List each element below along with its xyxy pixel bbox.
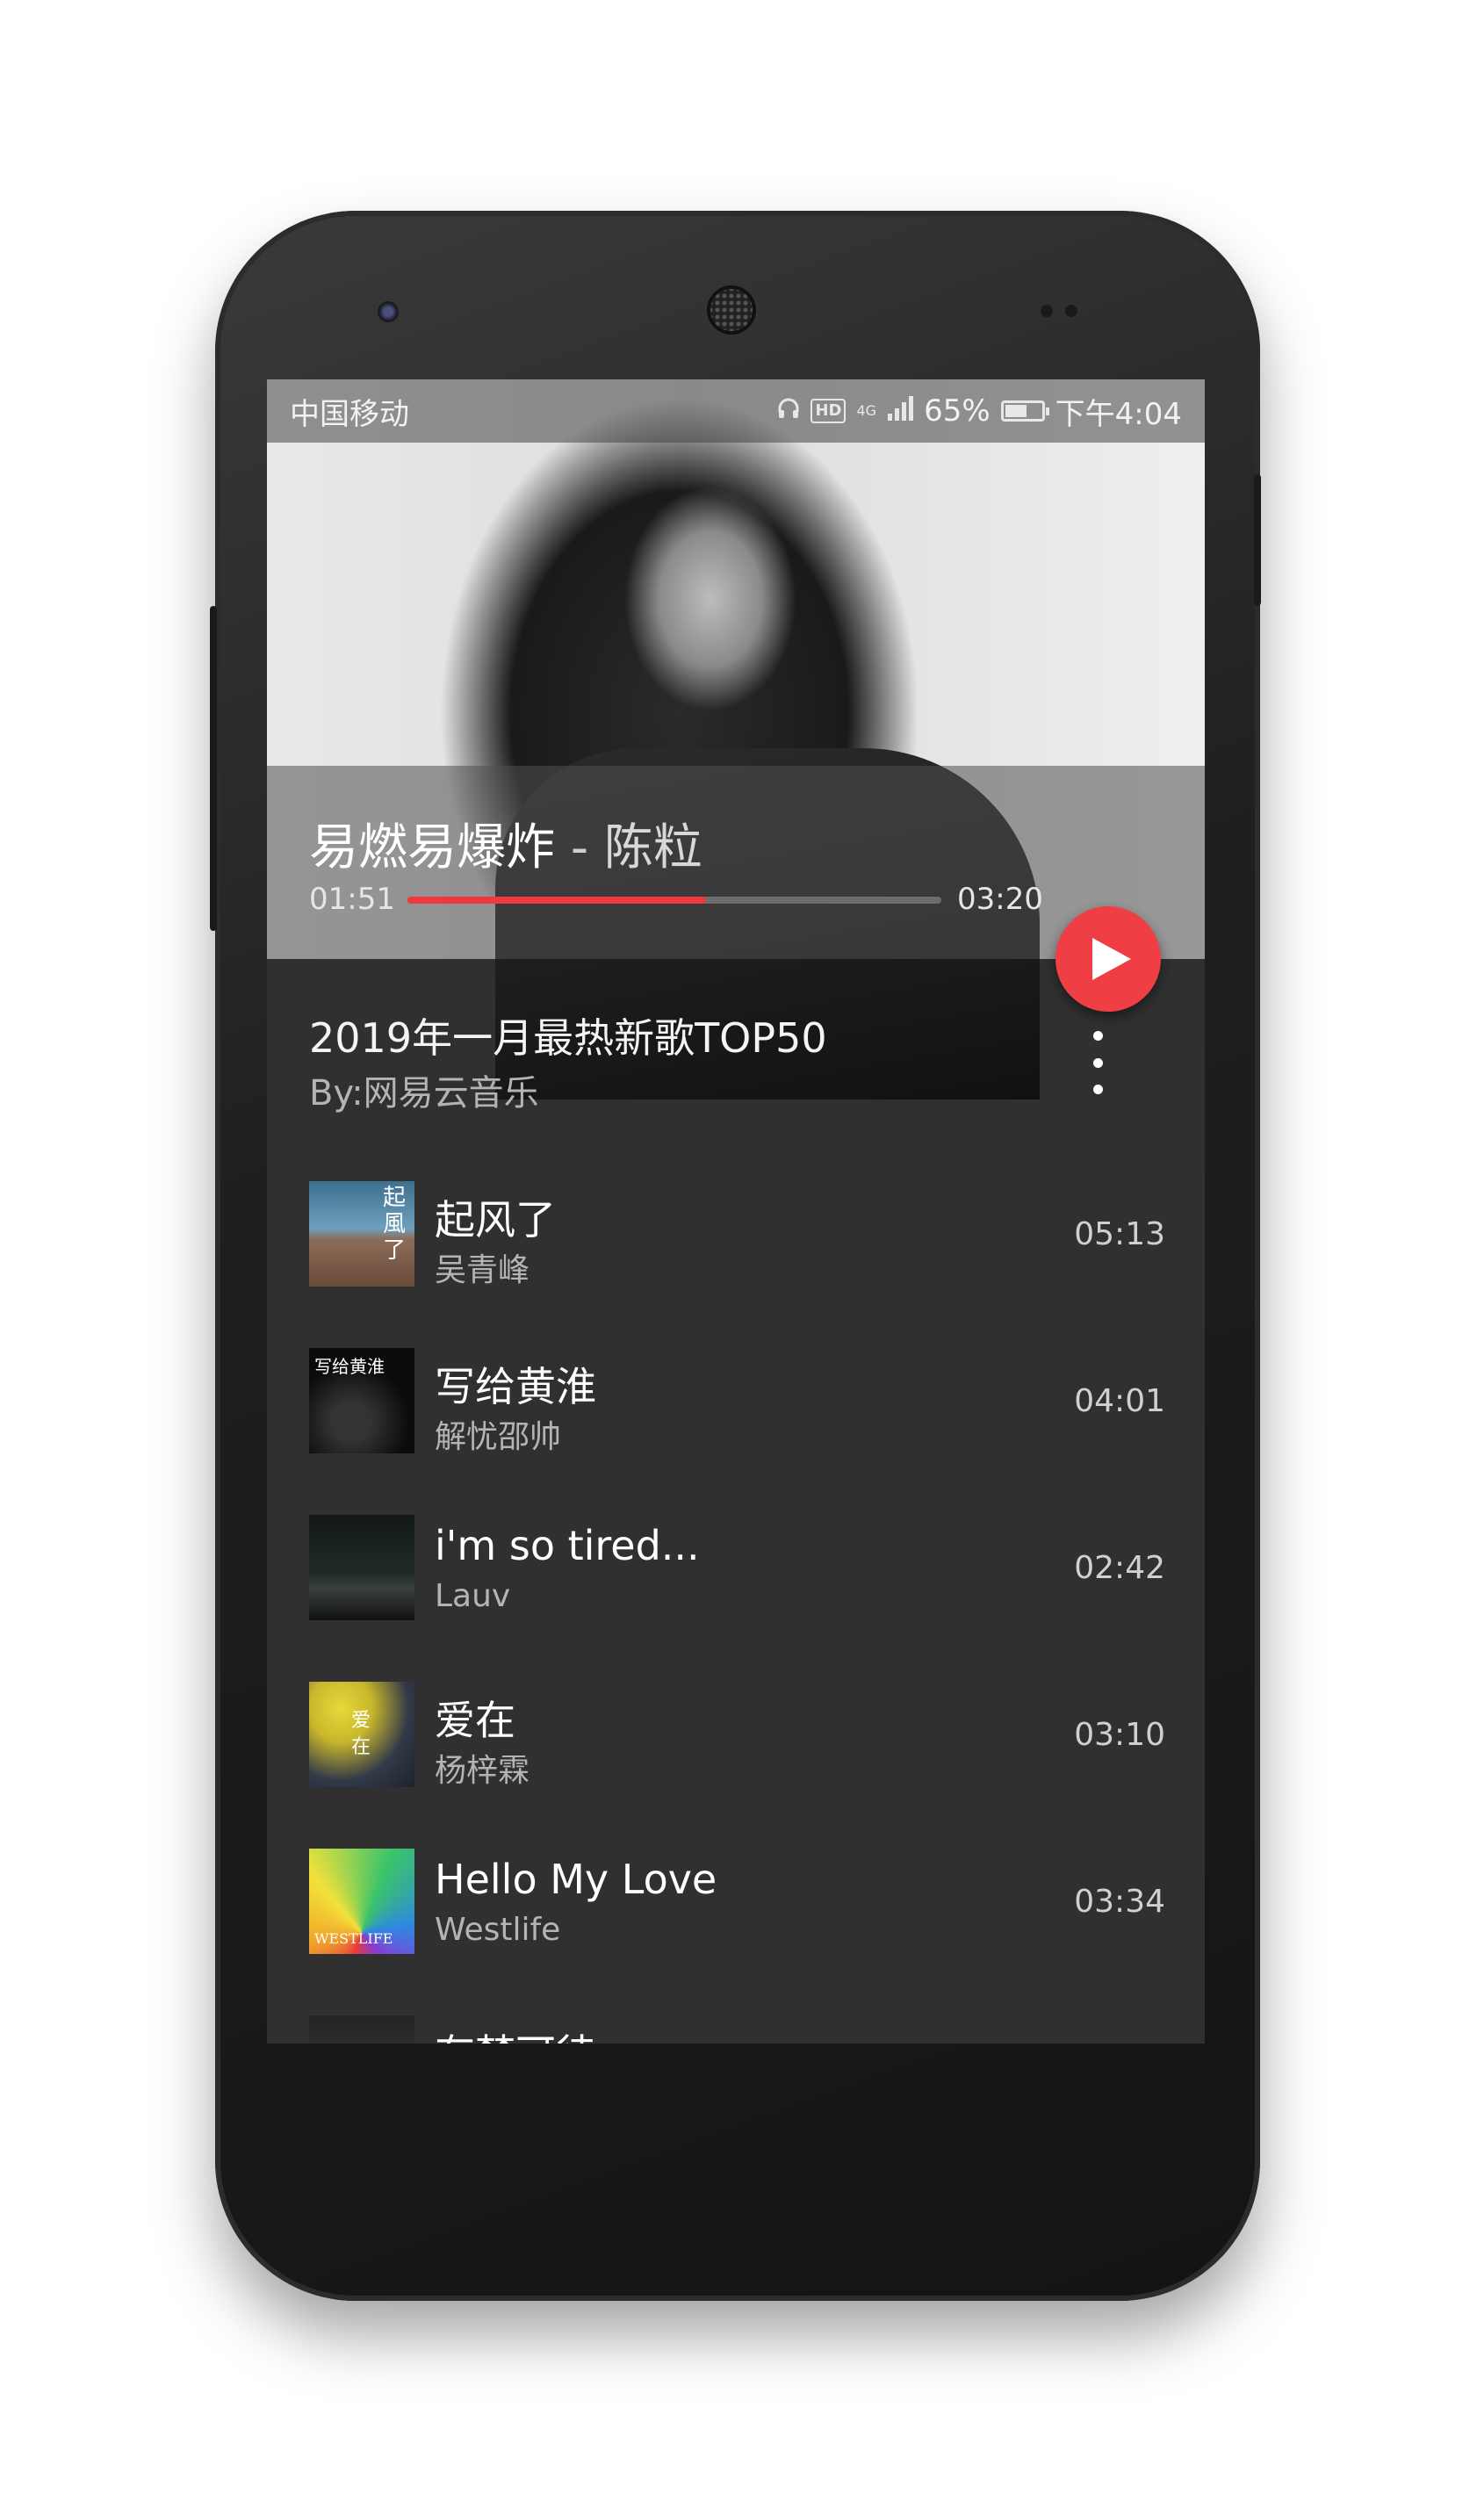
album-cover: 起風了 <box>309 1181 414 1287</box>
more-options-icon[interactable] <box>1080 1031 1115 1094</box>
total-time: 03:20 <box>957 882 1043 917</box>
signal-icon <box>887 395 914 427</box>
playlist-author: By:网易云音乐 <box>309 1073 539 1114</box>
play-icon <box>1092 938 1131 980</box>
now-playing-title: 易燃易爆炸 - 陈粒 <box>309 808 702 879</box>
track-title: 起风了 <box>435 1196 556 1244</box>
album-cover: 写给黄淮 <box>309 1348 414 1453</box>
current-time: 01:51 <box>309 882 395 917</box>
now-playing-song: 易燃易爆炸 <box>309 819 555 876</box>
carrier-label: 中国移动 <box>290 396 409 432</box>
now-playing-artist: 陈粒 <box>603 819 702 876</box>
track-artist: 杨梓霖 <box>435 1753 530 1789</box>
battery-icon <box>1000 400 1049 422</box>
seek-bar[interactable] <box>407 897 941 904</box>
track-artist: 解忧邵帅 <box>435 1419 562 1455</box>
track-title: 爱在 <box>435 1697 515 1744</box>
cover-lettering: 爱 在 <box>351 1710 371 1758</box>
cover-lettering: WESTLIFE <box>314 1930 393 1947</box>
status-icons: HD 4G 65% 下午4:04 <box>777 390 1182 433</box>
playlist-title: 2019年一月最热新歌TOP50 <box>309 1014 827 1062</box>
track-row[interactable]: WESTLIFE Hello My Love Westlife 03:34 <box>309 1849 1187 1954</box>
track-duration: 04:01 <box>1074 1383 1165 1419</box>
track-artist: Lauv <box>435 1578 511 1614</box>
clock: 下午4:04 <box>1055 396 1182 432</box>
track-row[interactable]: 写给黄淮 写给黄淮 解忧邵帅 04:01 <box>309 1348 1187 1455</box>
cover-lettering: 起風了 <box>383 1185 407 1264</box>
proximity-sensor <box>1041 305 1053 317</box>
light-sensor <box>1065 305 1077 317</box>
track-row[interactable]: 起風了 起风了 吴青峰 05:13 <box>309 1181 1187 1288</box>
track-artist: 吴青峰 <box>435 1252 530 1288</box>
hd-voice-icon: HD <box>810 399 846 423</box>
track-row[interactable]: 有梦可待 <box>309 2015 1187 2044</box>
network-type-label: 4G <box>856 402 877 419</box>
play-button[interactable] <box>1055 906 1161 1012</box>
track-row[interactable]: i'm so tired... Lauv 02:42 <box>309 1515 1187 1620</box>
album-cover: WESTLIFE <box>309 1849 414 1954</box>
track-row[interactable]: 爱 在 爱在 杨梓霖 03:10 <box>309 1682 1187 1789</box>
album-cover <box>309 2015 414 2044</box>
track-duration: 05:13 <box>1074 1216 1165 1252</box>
cover-lettering: 写给黄淮 <box>314 1356 385 1377</box>
front-camera <box>378 301 399 322</box>
album-cover <box>309 1515 414 1620</box>
title-separator: - <box>570 819 589 876</box>
volume-button <box>210 606 217 931</box>
status-bar: 中国移动 HD 4G 65% 下午4:04 <box>267 379 1205 443</box>
earpiece-speaker <box>707 285 756 335</box>
track-title: 有梦可待 <box>435 2022 596 2044</box>
screen: 中国移动 HD 4G 65% 下午4:04 易燃易爆炸 - 陈粒 01:51 0… <box>267 379 1205 2044</box>
track-title: Hello My Love <box>435 1856 717 1903</box>
track-title: i'm so tired... <box>435 1522 700 1569</box>
track-title: 写给黄淮 <box>435 1363 596 1410</box>
battery-level <box>1005 405 1027 417</box>
seek-bar-progress <box>407 897 707 904</box>
power-button <box>1254 474 1261 606</box>
track-duration: 02:42 <box>1074 1550 1165 1586</box>
track-duration: 03:10 <box>1074 1717 1165 1753</box>
headphones-icon <box>777 397 800 426</box>
battery-percent: 65% <box>924 393 991 429</box>
track-duration: 03:34 <box>1074 1884 1165 1920</box>
album-cover: 爱 在 <box>309 1682 414 1787</box>
track-artist: Westlife <box>435 1912 561 1948</box>
